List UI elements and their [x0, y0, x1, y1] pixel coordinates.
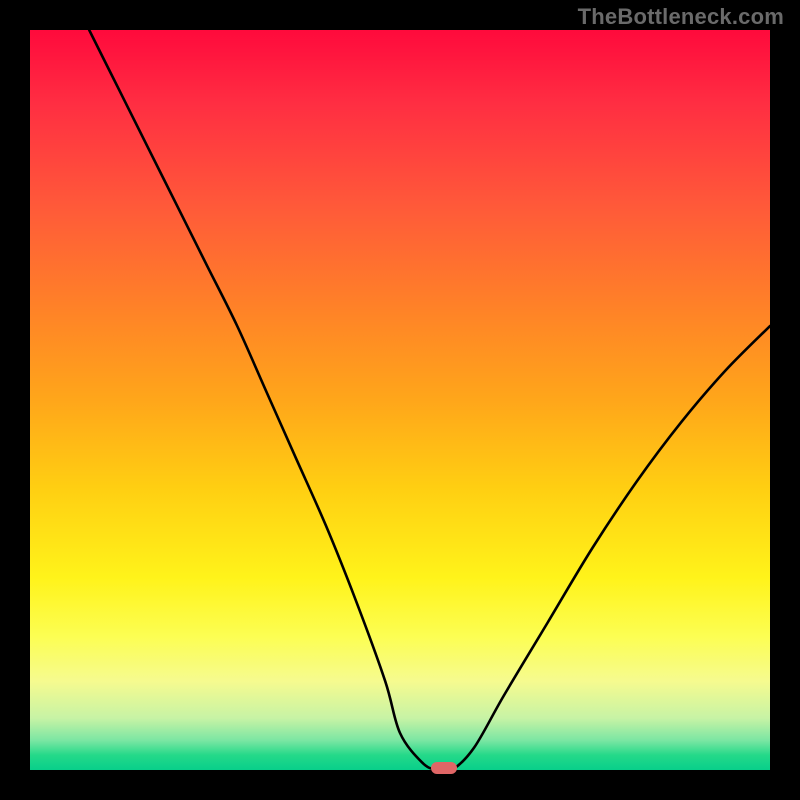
optimal-marker — [431, 762, 457, 774]
watermark-text: TheBottleneck.com — [578, 4, 784, 30]
bottleneck-curve — [30, 30, 770, 770]
chart-frame: TheBottleneck.com — [0, 0, 800, 800]
plot-area — [30, 30, 770, 770]
